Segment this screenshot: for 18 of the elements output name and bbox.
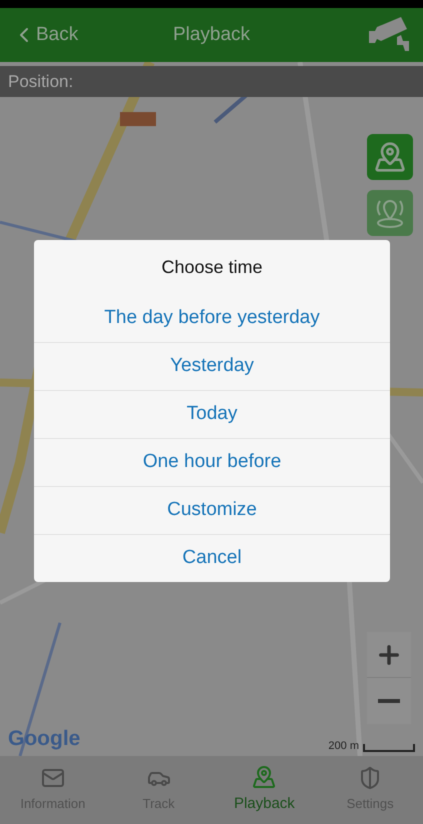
dialog-option[interactable]: One hour before bbox=[34, 438, 390, 486]
dialog-option[interactable]: The day before yesterday bbox=[34, 294, 390, 342]
minus-icon bbox=[378, 699, 400, 703]
dialog-option[interactable]: Yesterday bbox=[34, 342, 390, 390]
scale-bar bbox=[363, 744, 415, 752]
map-attribution: Google bbox=[8, 726, 80, 752]
page-title: Playback bbox=[172, 22, 250, 47]
dialog-option[interactable]: Cancel bbox=[34, 534, 390, 582]
dialog-title: Choose time bbox=[160, 256, 264, 278]
scale-label: 200 m bbox=[328, 738, 359, 754]
map-layer-button[interactable] bbox=[367, 134, 413, 180]
back-button[interactable]: Back bbox=[12, 20, 78, 50]
dialog-option[interactable]: Today bbox=[34, 390, 390, 438]
dialog-option[interactable]: Customize bbox=[34, 486, 390, 534]
map-pin-icon bbox=[374, 141, 406, 173]
position-label: Position: bbox=[8, 70, 74, 93]
map-pin-icon bbox=[252, 764, 276, 789]
locate-button[interactable] bbox=[367, 190, 413, 236]
